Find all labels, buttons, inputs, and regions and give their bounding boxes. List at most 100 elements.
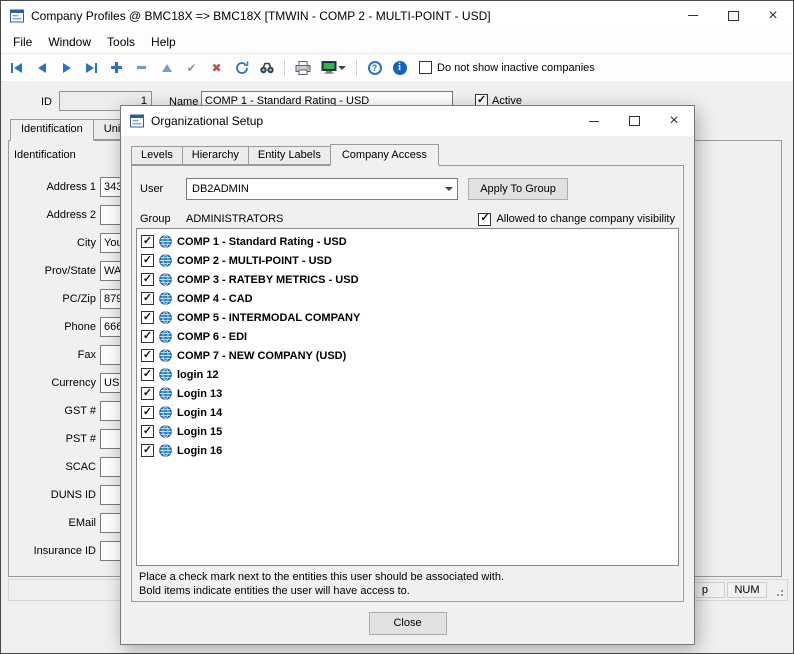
entity-checkbox[interactable] [141,292,154,305]
previous-record-button[interactable] [32,58,51,77]
first-record-icon [14,63,22,73]
globe-icon [159,368,172,381]
inactive-companies-checkbox[interactable]: Do not show inactive companies [419,61,595,74]
menu-item[interactable]: Tools [99,32,143,52]
entity-row[interactable]: COMP 1 - Standard Rating - USD [141,232,676,251]
entity-checkbox[interactable] [141,368,154,381]
first-record-button[interactable] [7,58,26,77]
entity-checkbox[interactable] [141,273,154,286]
next-record-button[interactable] [57,58,76,77]
entity-checkbox[interactable] [141,349,154,362]
screen-button[interactable] [318,58,348,77]
field-label: Currency [2,377,100,389]
last-record-icon [86,63,94,73]
entity-checkbox[interactable] [141,387,154,400]
entity-row[interactable]: COMP 5 - INTERMODAL COMPANY [141,308,676,327]
field-label: PC/Zip [2,293,100,305]
dialog-tab[interactable]: Hierarchy [182,146,249,165]
entity-row[interactable]: Login 15 [141,422,676,441]
main-tab[interactable]: Identification [10,119,94,141]
close-icon [669,113,678,129]
add-button[interactable] [107,58,126,77]
maximize-button[interactable] [713,1,753,30]
menu-item[interactable]: File [5,32,40,52]
entity-label: Login 16 [177,445,222,457]
print-button[interactable] [293,58,312,77]
field-label: Address 2 [2,209,100,221]
entity-row[interactable]: Login 16 [141,441,676,460]
entity-checkbox[interactable] [141,444,154,457]
toolbar-separator [284,60,285,76]
last-record-button[interactable] [82,58,101,77]
first-record-icon [11,63,13,73]
entity-label: COMP 4 - CAD [177,293,253,305]
visibility-checkbox[interactable]: Allowed to change company visibility [478,213,675,226]
up-arrow-icon [162,64,172,72]
entity-checkbox[interactable] [141,406,154,419]
entity-checkbox[interactable] [141,311,154,324]
group-row: Group ADMINISTRATORS Allowed to change c… [140,210,675,228]
inactive-companies-label: Do not show inactive companies [437,62,595,74]
dialog-title: Organizational Setup [151,114,263,128]
window-controls [673,1,793,30]
entity-list[interactable]: COMP 1 - Standard Rating - USD COMP 2 - … [136,228,679,566]
entity-row[interactable]: COMP 7 - NEW COMPANY (USD) [141,346,676,365]
main-titlebar: Company Profiles @ BMC18X => BMC18X [TMW… [1,1,793,30]
note-line1: Place a check mark next to the entities … [139,570,504,584]
find-button[interactable] [257,58,276,77]
entity-label: login 12 [177,369,219,381]
previous-record-icon [38,63,46,73]
toolbar-separator [356,60,357,76]
globe-icon [159,349,172,362]
entity-label: Login 13 [177,388,222,400]
info-icon [393,61,407,75]
accept-button[interactable] [182,58,201,77]
minimize-button[interactable] [673,1,713,30]
globe-icon [159,273,172,286]
refresh-button[interactable] [232,58,251,77]
entity-checkbox[interactable] [141,254,154,267]
info-button[interactable] [390,58,409,77]
entity-row[interactable]: Login 14 [141,403,676,422]
entity-row[interactable]: COMP 4 - CAD [141,289,676,308]
field-label: EMail [2,517,100,529]
remove-button[interactable] [132,58,151,77]
entity-row[interactable]: COMP 3 - RATEBY METRICS - USD [141,270,676,289]
globe-icon [159,311,172,324]
dialog-tab[interactable]: Entity Labels [248,146,331,165]
menubar: File Window Tools Help [1,30,793,54]
minimize-icon [589,121,599,122]
entity-row[interactable]: Login 13 [141,384,676,403]
entity-checkbox[interactable] [141,330,154,343]
close-button[interactable] [753,1,793,30]
close-dialog-button[interactable]: Close [369,612,447,635]
dialog-tabs: Levels Hierarchy Entity Labels Company A… [131,144,694,165]
field-label: Phone [2,321,100,333]
menu-item[interactable]: Help [143,32,184,52]
dialog-window-controls [574,106,694,136]
combobox-dropdown-button[interactable] [440,179,457,199]
entity-label: Login 15 [177,426,222,438]
entity-checkbox[interactable] [141,235,154,248]
apply-to-group-button[interactable]: Apply To Group [468,178,568,200]
cancel-button[interactable] [207,58,226,77]
resize-grip[interactable] [769,582,785,598]
user-combobox[interactable]: DB2ADMIN [186,178,458,200]
dialog-icon [129,113,145,129]
visibility-checkbox-label: Allowed to change company visibility [496,213,675,225]
entity-checkbox[interactable] [141,425,154,438]
menu-item[interactable]: Window [40,32,99,52]
field-label: City [2,237,100,249]
chevron-down-icon [338,66,346,70]
monitor-icon [321,61,337,74]
dialog-tab[interactable]: Company Access [330,144,439,166]
move-up-button[interactable] [157,58,176,77]
entity-row[interactable]: login 12 [141,365,676,384]
entity-row[interactable]: COMP 2 - MULTI-POINT - USD [141,251,676,270]
dialog-close-button[interactable] [654,106,694,136]
entity-row[interactable]: COMP 6 - EDI [141,327,676,346]
dialog-minimize-button[interactable] [574,106,614,136]
help-button[interactable] [365,58,384,77]
dialog-tab[interactable]: Levels [131,146,183,165]
dialog-maximize-button[interactable] [614,106,654,136]
